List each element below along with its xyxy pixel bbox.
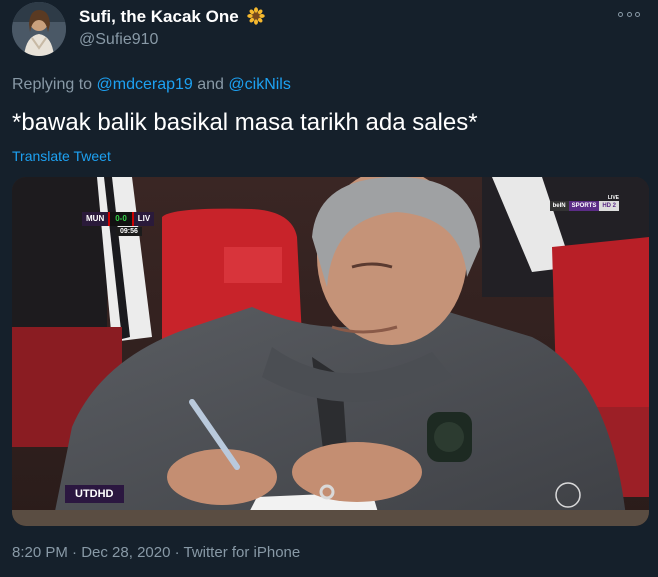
author-handle[interactable]: @Sufie910 xyxy=(79,31,158,49)
meta-separator: · xyxy=(170,544,184,561)
brand-part: SPORTS xyxy=(568,201,600,211)
channel-brand: beIN SPORTS HD 2 xyxy=(549,201,619,211)
broadcaster-logo: LIVE beIN SPORTS HD 2 xyxy=(549,195,619,211)
tweet-time[interactable]: 8:20 PM xyxy=(12,544,68,561)
channel-label: UTDHD xyxy=(65,485,124,503)
more-dot-icon xyxy=(626,11,632,17)
tweet-text: *bawak balik basikal masa tarikh ada sal… xyxy=(12,109,478,136)
avatar[interactable] xyxy=(12,2,66,56)
brand-part: HD 2 xyxy=(599,201,619,211)
more-options-button[interactable] xyxy=(618,9,640,19)
author-display-name[interactable]: Sufi, the Kacak One xyxy=(79,7,266,27)
tweet-photo[interactable]: MUN 0-0 LIV 09:56 LIVE beIN SPORTS HD 2 … xyxy=(12,177,649,526)
replying-to: Replying to @mdcerap19 and @cikNils xyxy=(12,76,291,94)
match-score: 0-0 xyxy=(108,212,134,226)
tweet-meta: 8:20 PM · Dec 28, 2020 · Twitter for iPh… xyxy=(12,544,300,561)
meta-separator: · xyxy=(67,544,82,561)
tweet-source[interactable]: Twitter for iPhone xyxy=(184,544,301,561)
photo-image xyxy=(12,177,649,526)
away-team: LIV xyxy=(133,212,155,226)
more-dot-icon xyxy=(618,11,623,17)
replying-joiner: and xyxy=(192,76,229,93)
author-name-text: Sufi, the Kacak One xyxy=(79,7,239,26)
mention-link[interactable]: @mdcerap19 xyxy=(97,76,193,93)
avatar-image xyxy=(12,2,66,56)
replying-prefix: Replying to xyxy=(12,76,97,93)
sunflower-icon xyxy=(247,7,266,25)
translate-tweet-link[interactable]: Translate Tweet xyxy=(12,148,111,164)
tweet: Sufi, the Kacak One @Sufie910 Replying t… xyxy=(0,0,658,577)
home-team: MUN xyxy=(82,212,109,226)
match-clock: 09:56 xyxy=(116,227,142,236)
scoreboard: MUN 0-0 LIV xyxy=(82,212,155,226)
more-dot-icon xyxy=(635,11,640,17)
brand-part: beIN xyxy=(549,201,569,211)
tweet-date[interactable]: Dec 28, 2020 xyxy=(81,544,170,561)
mention-link[interactable]: @cikNils xyxy=(228,76,290,93)
